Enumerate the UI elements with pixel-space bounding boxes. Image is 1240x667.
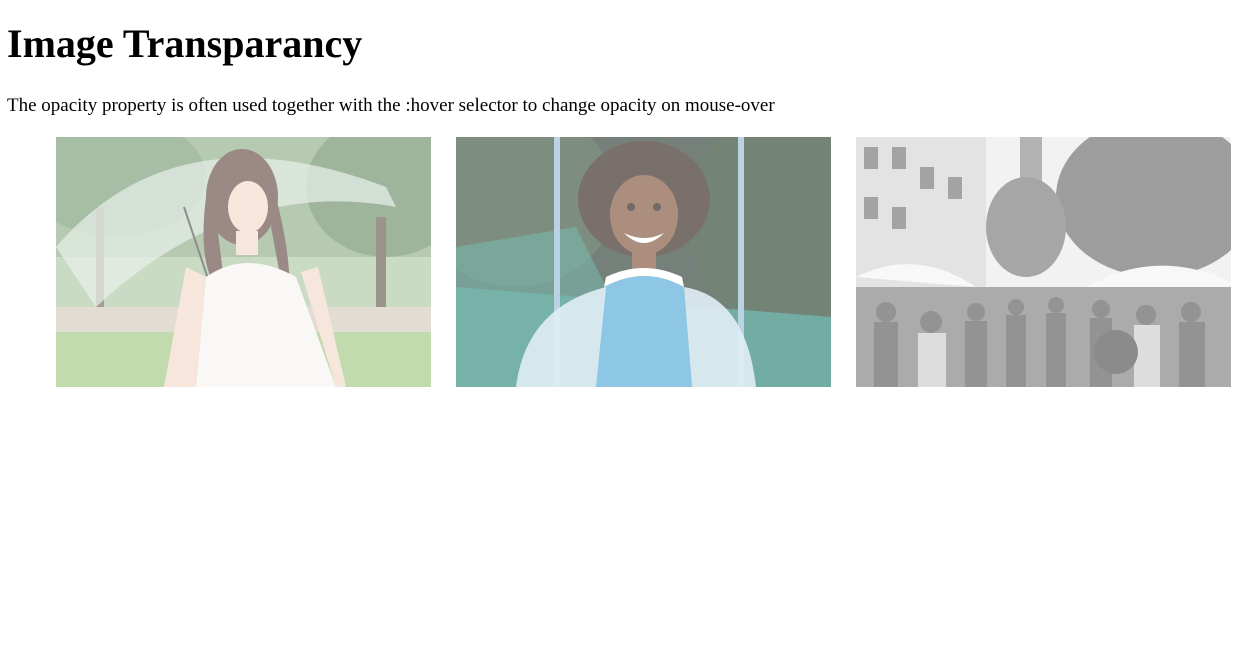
page-description: The opacity property is often used toget… [7, 95, 775, 116]
girl-on-swing-photo[interactable] [456, 137, 831, 387]
image-gallery [0, 137, 1240, 387]
crowded-street-image [856, 137, 1231, 387]
woman-with-umbrella-image [56, 137, 431, 387]
woman-with-umbrella-photo[interactable] [56, 137, 431, 387]
crowded-street-photo[interactable] [856, 137, 1231, 387]
page-title: Image Transparancy [7, 21, 363, 66]
girl-on-swing-image [456, 137, 831, 387]
